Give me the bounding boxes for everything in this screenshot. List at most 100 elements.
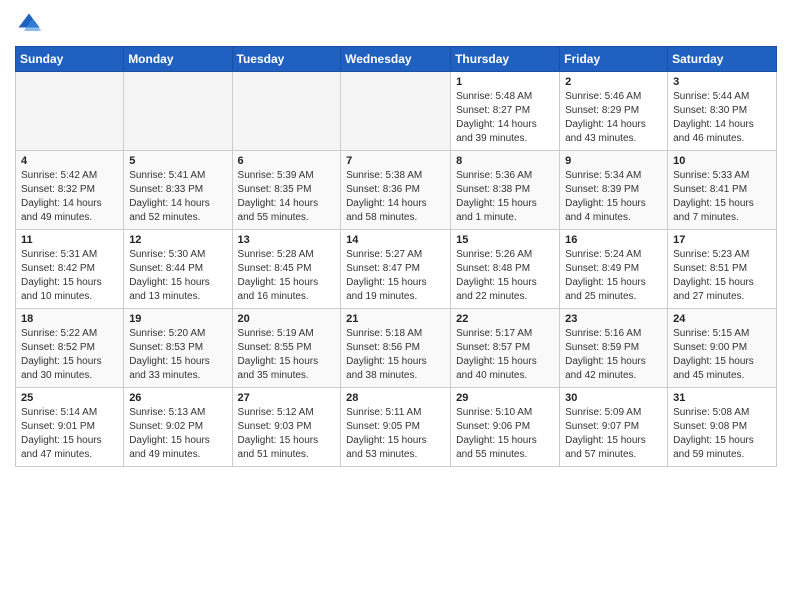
calendar-cell: 30 Sunrise: 5:09 AM Sunset: 9:07 PM Dayli… [560, 388, 668, 467]
day-info: Sunrise: 5:12 AM Sunset: 9:03 PM Dayligh… [238, 406, 336, 462]
day-number: 15 [456, 234, 554, 246]
calendar-cell: 16 Sunrise: 5:24 AM Sunset: 8:49 PM Dayli… [560, 230, 668, 309]
logo [15, 10, 47, 38]
day-number: 8 [456, 155, 554, 167]
day-number: 29 [456, 392, 554, 404]
day-info: Sunrise: 5:39 AM Sunset: 8:35 PM Dayligh… [238, 169, 336, 225]
calendar-cell: 29 Sunrise: 5:10 AM Sunset: 9:06 PM Dayli… [451, 388, 560, 467]
calendar-cell: 13 Sunrise: 5:28 AM Sunset: 8:45 PM Dayli… [232, 230, 341, 309]
calendar-cell: 21 Sunrise: 5:18 AM Sunset: 8:56 PM Dayli… [341, 309, 451, 388]
calendar-week-row: 1Sunrise: 5:48 AM Sunset: 8:27 PM Daylig… [16, 72, 777, 151]
day-info: Sunrise: 5:34 AM Sunset: 8:39 PM Dayligh… [565, 169, 662, 225]
calendar-cell: 17Sunrise: 5:23 AM Sunset: 8:51 PM Dayli… [668, 230, 777, 309]
day-info: Sunrise: 5:13 AM Sunset: 9:02 PM Dayligh… [129, 406, 226, 462]
day-number: 24 [673, 313, 771, 325]
day-info: Sunrise: 5:09 AM Sunset: 9:07 PM Dayligh… [565, 406, 662, 462]
calendar-cell: 26 Sunrise: 5:13 AM Sunset: 9:02 PM Dayli… [124, 388, 232, 467]
day-info: Sunrise: 5:36 AM Sunset: 8:38 PM Dayligh… [456, 169, 554, 225]
calendar-cell: 19Sunrise: 5:20 AM Sunset: 8:53 PM Dayli… [124, 309, 232, 388]
weekday-header-row: SundayMondayTuesdayWednesdayThursdayFrid… [16, 47, 777, 72]
day-info: Sunrise: 5:28 AM Sunset: 8:45 PM Dayligh… [238, 248, 336, 304]
day-info: Sunrise: 5:20 AM Sunset: 8:53 PM Dayligh… [129, 327, 226, 383]
day-number: 31 [673, 392, 771, 404]
calendar-cell: 23Sunrise: 5:16 AM Sunset: 8:59 PM Dayli… [560, 309, 668, 388]
calendar-cell: 27 Sunrise: 5:12 AM Sunset: 9:03 PM Dayli… [232, 388, 341, 467]
calendar-cell: 6 Sunrise: 5:39 AM Sunset: 8:35 PM Daylig… [232, 151, 341, 230]
weekday-header-sunday: Sunday [16, 47, 124, 72]
logo-icon [15, 10, 43, 38]
day-info: Sunrise: 5:30 AM Sunset: 8:44 PM Dayligh… [129, 248, 226, 304]
calendar-cell: 4 Sunrise: 5:42 AM Sunset: 8:32 PM Daylig… [16, 151, 124, 230]
calendar-cell: 5 Sunrise: 5:41 AM Sunset: 8:33 PM Daylig… [124, 151, 232, 230]
calendar-cell [124, 72, 232, 151]
day-info: Sunrise: 5:18 AM Sunset: 8:56 PM Dayligh… [346, 327, 445, 383]
calendar-cell [232, 72, 341, 151]
day-number: 14 [346, 234, 445, 246]
day-info: Sunrise: 5:23 AM Sunset: 8:51 PM Dayligh… [673, 248, 771, 304]
day-number: 28 [346, 392, 445, 404]
day-info: Sunrise: 5:11 AM Sunset: 9:05 PM Dayligh… [346, 406, 445, 462]
calendar: SundayMondayTuesdayWednesdayThursdayFrid… [15, 46, 777, 467]
calendar-cell: 20Sunrise: 5:19 AM Sunset: 8:55 PM Dayli… [232, 309, 341, 388]
day-info: Sunrise: 5:38 AM Sunset: 8:36 PM Dayligh… [346, 169, 445, 225]
day-info: Sunrise: 5:16 AM Sunset: 8:59 PM Dayligh… [565, 327, 662, 383]
calendar-cell: 24 Sunrise: 5:15 AM Sunset: 9:00 PM Dayli… [668, 309, 777, 388]
calendar-cell: 9 Sunrise: 5:34 AM Sunset: 8:39 PM Daylig… [560, 151, 668, 230]
weekday-header-saturday: Saturday [668, 47, 777, 72]
calendar-cell [16, 72, 124, 151]
day-number: 30 [565, 392, 662, 404]
day-info: Sunrise: 5:41 AM Sunset: 8:33 PM Dayligh… [129, 169, 226, 225]
day-info: Sunrise: 5:14 AM Sunset: 9:01 PM Dayligh… [21, 406, 118, 462]
day-number: 21 [346, 313, 445, 325]
day-number: 5 [129, 155, 226, 167]
weekday-header-thursday: Thursday [451, 47, 560, 72]
day-number: 27 [238, 392, 336, 404]
day-number: 22 [456, 313, 554, 325]
calendar-cell: 11 Sunrise: 5:31 AM Sunset: 8:42 PM Dayli… [16, 230, 124, 309]
calendar-cell: 1Sunrise: 5:48 AM Sunset: 8:27 PM Daylig… [451, 72, 560, 151]
day-info: Sunrise: 5:33 AM Sunset: 8:41 PM Dayligh… [673, 169, 771, 225]
day-number: 2 [565, 76, 662, 88]
day-number: 13 [238, 234, 336, 246]
day-number: 10 [673, 155, 771, 167]
calendar-cell: 2 Sunrise: 5:46 AM Sunset: 8:29 PM Daylig… [560, 72, 668, 151]
day-info: Sunrise: 5:10 AM Sunset: 9:06 PM Dayligh… [456, 406, 554, 462]
day-number: 3 [673, 76, 771, 88]
calendar-week-row: 4 Sunrise: 5:42 AM Sunset: 8:32 PM Daylig… [16, 151, 777, 230]
day-number: 25 [21, 392, 118, 404]
day-number: 26 [129, 392, 226, 404]
calendar-cell: 12 Sunrise: 5:30 AM Sunset: 8:44 PM Dayli… [124, 230, 232, 309]
day-number: 11 [21, 234, 118, 246]
day-info: Sunrise: 5:27 AM Sunset: 8:47 PM Dayligh… [346, 248, 445, 304]
calendar-cell [341, 72, 451, 151]
day-number: 9 [565, 155, 662, 167]
day-number: 6 [238, 155, 336, 167]
day-info: Sunrise: 5:44 AM Sunset: 8:30 PM Dayligh… [673, 90, 771, 146]
calendar-cell: 14 Sunrise: 5:27 AM Sunset: 8:47 PM Dayli… [341, 230, 451, 309]
day-info: Sunrise: 5:17 AM Sunset: 8:57 PM Dayligh… [456, 327, 554, 383]
day-info: Sunrise: 5:26 AM Sunset: 8:48 PM Dayligh… [456, 248, 554, 304]
calendar-cell: 7Sunrise: 5:38 AM Sunset: 8:36 PM Daylig… [341, 151, 451, 230]
calendar-cell: 15 Sunrise: 5:26 AM Sunset: 8:48 PM Dayli… [451, 230, 560, 309]
day-number: 4 [21, 155, 118, 167]
weekday-header-tuesday: Tuesday [232, 47, 341, 72]
calendar-week-row: 25 Sunrise: 5:14 AM Sunset: 9:01 PM Dayli… [16, 388, 777, 467]
calendar-cell: 25 Sunrise: 5:14 AM Sunset: 9:01 PM Dayli… [16, 388, 124, 467]
day-number: 12 [129, 234, 226, 246]
calendar-cell: 22 Sunrise: 5:17 AM Sunset: 8:57 PM Dayli… [451, 309, 560, 388]
day-info: Sunrise: 5:46 AM Sunset: 8:29 PM Dayligh… [565, 90, 662, 146]
day-number: 20 [238, 313, 336, 325]
calendar-week-row: 18Sunrise: 5:22 AM Sunset: 8:52 PM Dayli… [16, 309, 777, 388]
calendar-cell: 18Sunrise: 5:22 AM Sunset: 8:52 PM Dayli… [16, 309, 124, 388]
calendar-cell: 31 Sunrise: 5:08 AM Sunset: 9:08 PM Dayli… [668, 388, 777, 467]
day-info: Sunrise: 5:24 AM Sunset: 8:49 PM Dayligh… [565, 248, 662, 304]
day-number: 16 [565, 234, 662, 246]
day-info: Sunrise: 5:15 AM Sunset: 9:00 PM Dayligh… [673, 327, 771, 383]
day-info: Sunrise: 5:42 AM Sunset: 8:32 PM Dayligh… [21, 169, 118, 225]
calendar-cell: 28 Sunrise: 5:11 AM Sunset: 9:05 PM Dayli… [341, 388, 451, 467]
calendar-week-row: 11 Sunrise: 5:31 AM Sunset: 8:42 PM Dayli… [16, 230, 777, 309]
day-info: Sunrise: 5:08 AM Sunset: 9:08 PM Dayligh… [673, 406, 771, 462]
day-info: Sunrise: 5:31 AM Sunset: 8:42 PM Dayligh… [21, 248, 118, 304]
day-info: Sunrise: 5:22 AM Sunset: 8:52 PM Dayligh… [21, 327, 118, 383]
calendar-cell: 3 Sunrise: 5:44 AM Sunset: 8:30 PM Daylig… [668, 72, 777, 151]
